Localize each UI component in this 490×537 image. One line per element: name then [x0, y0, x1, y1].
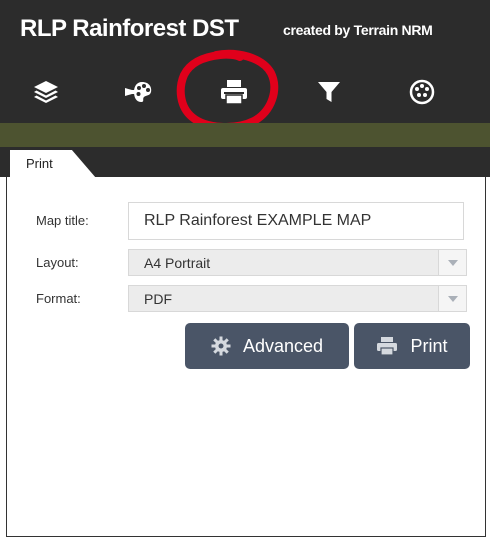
- title-bar: RLP Rainforest DST created by Terrain NR…: [0, 0, 490, 61]
- layout-select[interactable]: A4 Portrait: [128, 249, 467, 276]
- layout-label: Layout:: [36, 255, 79, 270]
- chevron-down-icon: [447, 259, 458, 266]
- print-button[interactable]: Print: [354, 323, 470, 369]
- legend-tool-button[interactable]: [108, 61, 168, 123]
- layout-select-value: A4 Portrait: [144, 255, 211, 271]
- map-title-input[interactable]: [128, 202, 464, 240]
- basemap-tool-button[interactable]: [392, 61, 452, 123]
- filter-tool-button[interactable]: [299, 61, 359, 123]
- tab-print-label: Print: [26, 156, 53, 171]
- basemap-icon: [409, 79, 435, 105]
- format-dropdown-arrow[interactable]: [438, 286, 466, 311]
- filter-icon: [318, 82, 340, 102]
- print-icon: [221, 80, 247, 105]
- format-select-value: PDF: [144, 291, 172, 307]
- gear-icon: [211, 336, 231, 356]
- layers-icon: [34, 81, 58, 103]
- advanced-button-label: Advanced: [242, 335, 324, 356]
- chevron-down-icon: [447, 295, 458, 302]
- advanced-button[interactable]: Advanced: [185, 323, 349, 369]
- print-button-label: Print: [410, 335, 448, 356]
- app-credit: created by Terrain NRM: [283, 22, 433, 38]
- legend-icon: [125, 82, 152, 102]
- print-icon: [377, 337, 398, 356]
- print-tool-button[interactable]: [204, 61, 264, 123]
- layers-tool-button[interactable]: [16, 61, 76, 123]
- layout-dropdown-arrow[interactable]: [438, 250, 466, 275]
- app-title: RLP Rainforest DST: [20, 15, 239, 42]
- toolbar: [0, 61, 490, 123]
- olive-separator-bar: [0, 123, 490, 147]
- map-title-label: Map title:: [36, 213, 89, 228]
- format-label: Format:: [36, 291, 81, 306]
- format-select[interactable]: PDF: [128, 285, 467, 312]
